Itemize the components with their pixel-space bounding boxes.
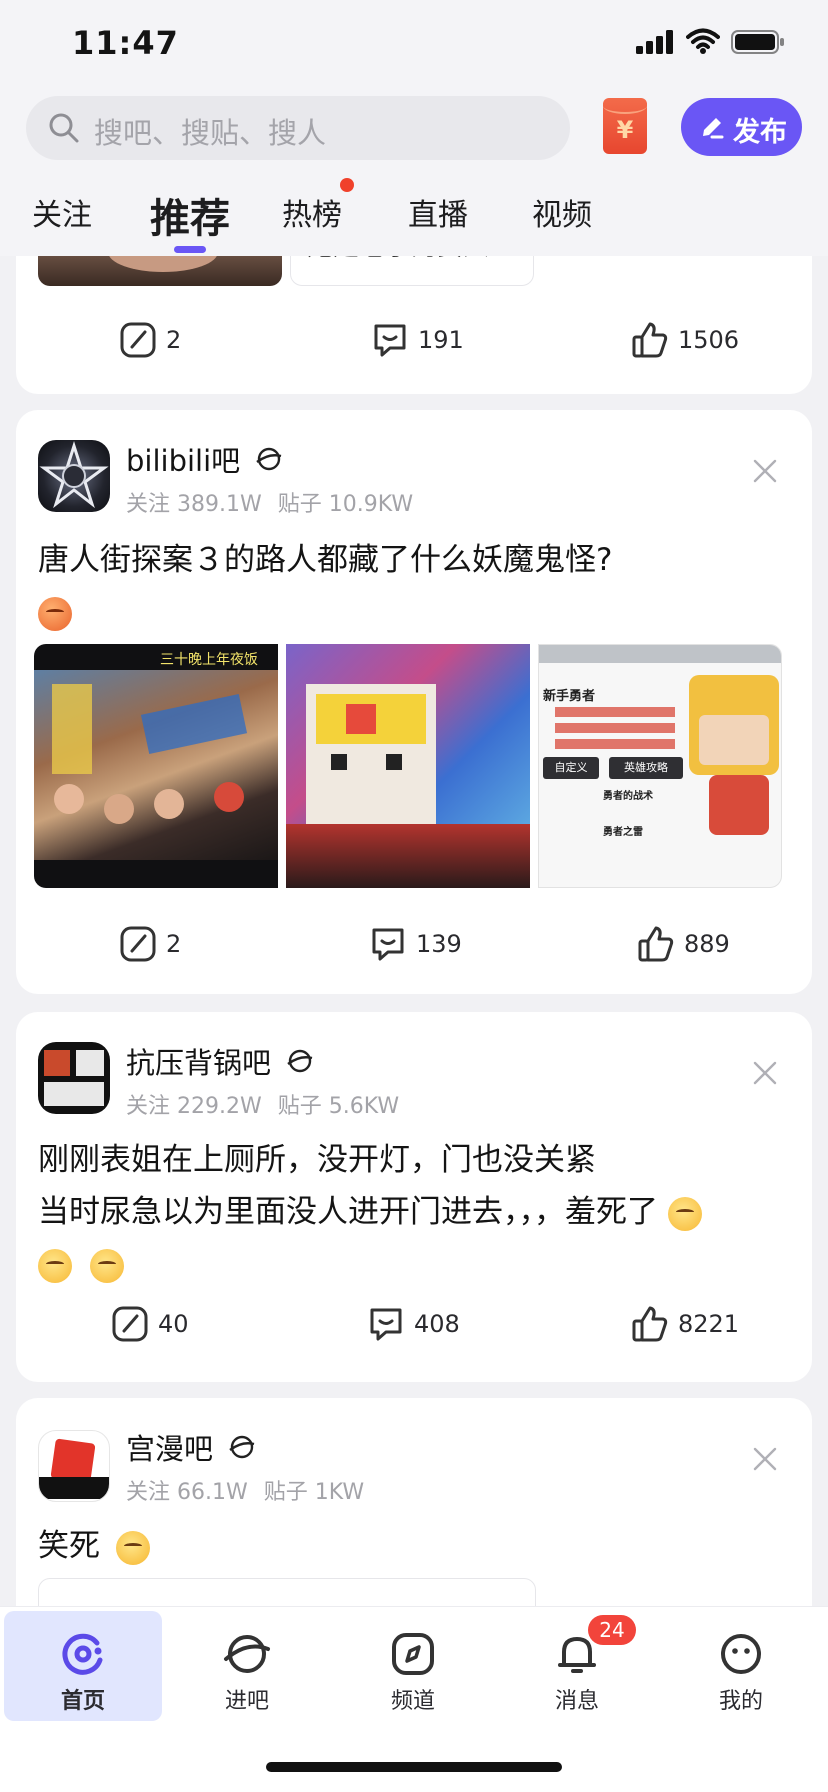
red-packet-button[interactable]: ¥: [603, 98, 647, 154]
nav-profile-label: 我的: [718, 1689, 763, 1714]
planet-icon: [224, 1635, 270, 1673]
like-count: 889: [684, 930, 730, 958]
feed-tabs: 关注 推荐 热榜 直播 视频: [0, 186, 828, 253]
active-tab-indicator: [174, 246, 206, 253]
battery-icon: [731, 30, 784, 54]
share-count: 2: [166, 326, 182, 354]
like-count: 1506: [678, 326, 740, 354]
share-icon: [120, 322, 156, 358]
planet-icon: [229, 1435, 255, 1459]
nav-forums-label: 进吧: [224, 1689, 269, 1714]
image-row-a: 勇者的战术: [603, 791, 653, 802]
search-bar[interactable]: 搜吧、搜贴、搜人: [26, 96, 570, 160]
share-count: 2: [166, 930, 182, 958]
compass-icon: [392, 1633, 434, 1675]
comment-count: 139: [416, 930, 462, 958]
comment-count: 408: [414, 1310, 460, 1338]
emoji-icon: [38, 1248, 72, 1283]
forum-stats: 关注 66.1W 贴子 1KW: [126, 1480, 365, 1505]
tab-hot[interactable]: 热榜: [282, 190, 342, 234]
nav-home[interactable]: 首页: [4, 1611, 162, 1721]
image-row-b: 勇者之雷: [603, 827, 643, 838]
post-image-2[interactable]: [286, 644, 530, 888]
nav-messages-label: 消息: [554, 1689, 599, 1714]
image-button-b: 英雄攻略: [609, 757, 683, 779]
wifi-icon: [686, 28, 720, 54]
post-image-3[interactable]: 新手勇者 自定义 英雄攻略 勇者的战术 勇者之雷: [538, 644, 782, 888]
status-bar: 11:47: [0, 0, 828, 92]
signal-icon: [636, 30, 673, 54]
nav-forums[interactable]: 进吧: [168, 1611, 326, 1721]
search-placeholder: 搜吧、搜贴、搜人: [94, 116, 327, 150]
emoji-icon: [667, 1196, 702, 1231]
thumbs-up-icon: [632, 1306, 668, 1342]
post-actions: 2 191 1506: [16, 320, 812, 360]
tab-recommend[interactable]: 推荐: [150, 186, 230, 244]
tab-live[interactable]: 直播: [408, 190, 468, 234]
publish-button[interactable]: 发布: [681, 98, 802, 156]
post-card-partial[interactable]: 她是老子的女人 2 191 1506: [16, 232, 812, 394]
post-card[interactable]: 抗压背锅吧 关注 229.2W 贴子 5.6KW 刚刚表姐在上厕所，没开灯，门也没…: [16, 1012, 812, 1382]
share-icon: [120, 926, 156, 962]
comment-count: 191: [418, 326, 464, 354]
emoji-icon: [89, 1248, 124, 1283]
message-badge: 24: [588, 1615, 636, 1645]
nav-home-label: 首页: [60, 1689, 105, 1714]
forum-stats: 关注 229.2W 贴子 5.6KW: [126, 1094, 400, 1119]
close-icon[interactable]: [752, 1060, 778, 1086]
planet-icon: [256, 447, 282, 471]
post-text[interactable]: 笑死: [38, 1520, 798, 1572]
planet-icon: [287, 1049, 313, 1073]
emoji-icon: [115, 1530, 150, 1565]
post-images: 三十晚上年夜饭 新手勇者 自定义 英雄攻略 勇者的战术 勇者之雷: [34, 644, 818, 888]
image-caption: 三十晚上年夜饭: [160, 652, 258, 668]
like-count: 8221: [678, 1310, 740, 1338]
thumbs-up-icon: [632, 322, 668, 358]
comment-icon: [370, 1308, 402, 1341]
emoji-icon: [38, 596, 72, 631]
status-time: 11:47: [72, 24, 179, 62]
share-count: 40: [158, 1310, 189, 1338]
pencil-icon: [703, 118, 724, 139]
forum-name[interactable]: 宫漫吧: [126, 1426, 256, 1468]
share-icon: [112, 1306, 148, 1342]
forum-stats: 关注 389.1W 贴子 10.9KW: [126, 492, 414, 517]
nav-profile[interactable]: 我的: [662, 1611, 820, 1721]
forum-avatar-kangya[interactable]: [38, 1042, 110, 1114]
thumbs-up-icon: [638, 926, 674, 962]
forum-avatar-gongman[interactable]: [38, 1430, 110, 1502]
nav-channel[interactable]: 频道: [334, 1611, 492, 1721]
image-button-a: 自定义: [543, 757, 599, 779]
home-icon: [62, 1633, 103, 1675]
close-icon[interactable]: [752, 1446, 778, 1472]
nav-channel-label: 频道: [390, 1689, 435, 1714]
comment-icon: [374, 324, 406, 357]
post-image-1[interactable]: 三十晚上年夜饭: [34, 644, 278, 888]
forum-avatar-bilibili[interactable]: [38, 440, 110, 512]
tab-follow[interactable]: 关注: [32, 190, 92, 234]
face-icon: [721, 1634, 761, 1674]
hot-tab-dot: [340, 178, 354, 192]
post-text[interactable]: 刚刚表姐在上厕所，没开灯，门也没关紧 当时尿急以为里面没人进开门进去，，，羞死了: [38, 1134, 798, 1290]
post-actions: 2 139 889: [16, 924, 812, 964]
publish-label: 发布: [733, 117, 787, 148]
forum-name[interactable]: 抗压背锅吧: [126, 1040, 314, 1082]
search-icon: [49, 113, 79, 143]
close-icon[interactable]: [752, 458, 778, 484]
yen-icon: ¥: [616, 116, 634, 144]
post-actions: 40 408 8221: [16, 1304, 812, 1344]
post-text[interactable]: 唐人街探案３的路人都藏了什么妖魔鬼怪?: [38, 534, 798, 638]
comment-icon: [372, 928, 404, 961]
bottom-nav: 首页 进吧 频道 消息 24 我的: [0, 1606, 828, 1792]
forum-name[interactable]: bilibili吧: [126, 438, 283, 480]
top-header: 11:47 搜吧、搜贴、搜人 ¥ 发布 关注 推荐 热榜 直播 视频: [0, 0, 828, 256]
post-card[interactable]: bilibili吧 关注 389.1W 贴子 10.9KW 唐人街探案３的路人都藏…: [16, 410, 812, 994]
home-indicator: [266, 1762, 562, 1772]
image-title: 新手勇者: [543, 689, 596, 704]
tab-video[interactable]: 视频: [532, 190, 592, 234]
